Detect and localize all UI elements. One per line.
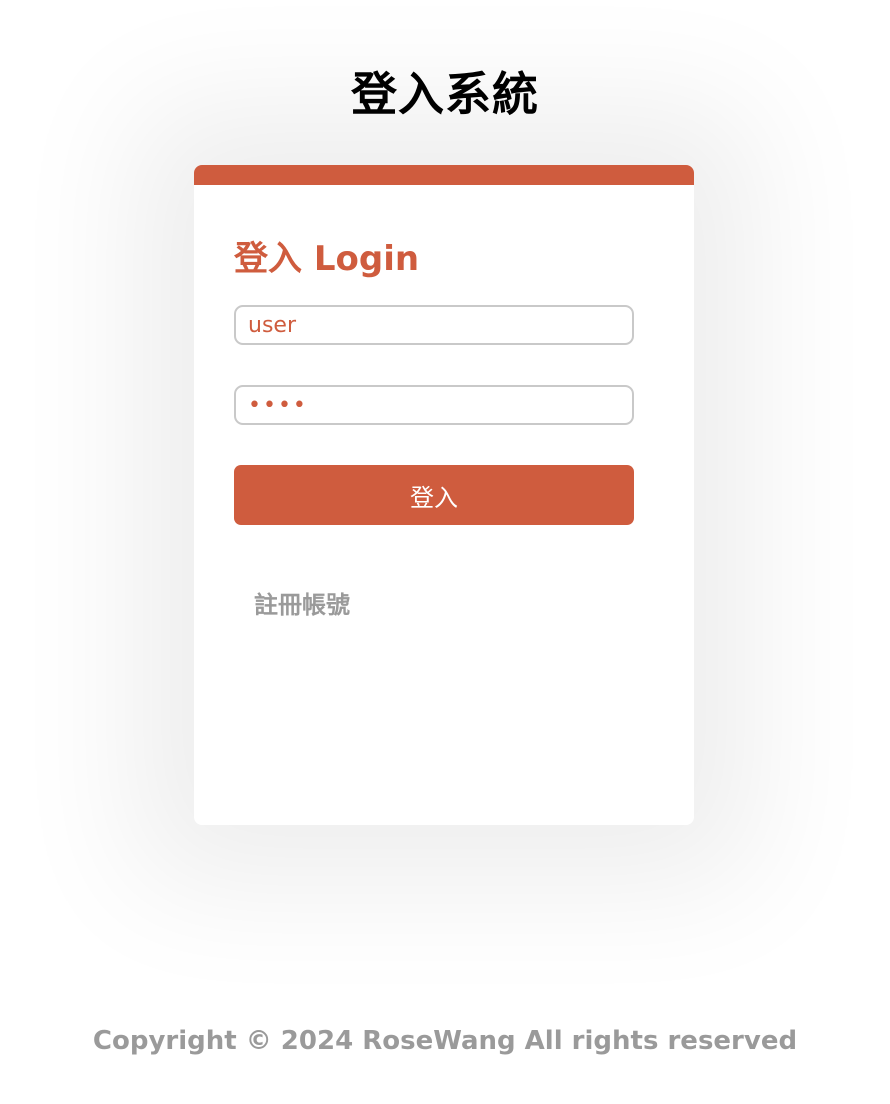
login-heading: 登入 Login: [234, 239, 420, 279]
username-input[interactable]: [234, 305, 634, 345]
card-accent-bar: [194, 165, 694, 185]
password-input[interactable]: [234, 385, 634, 425]
copyright-footer: Copyright © 2024 RoseWang All rights res…: [92, 1026, 798, 1056]
login-button[interactable]: 登入: [234, 465, 634, 525]
login-card: 登入 Login 登入 註冊帳號: [194, 165, 694, 825]
register-link[interactable]: 註冊帳號: [254, 585, 350, 620]
page-title: 登入系統: [351, 67, 539, 121]
